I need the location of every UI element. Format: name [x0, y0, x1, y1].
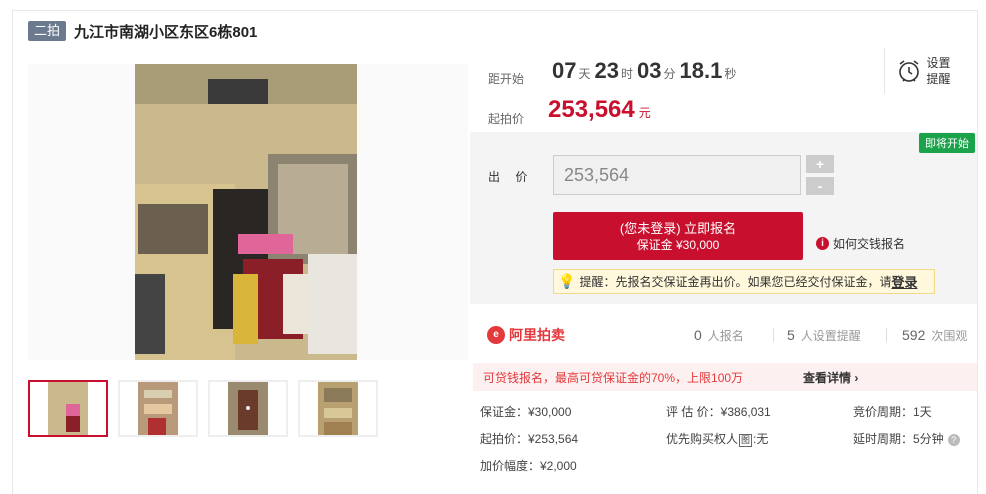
countdown-days-unit: 天 — [578, 67, 591, 81]
priority-buyer-info: 优先购买权人图:无 — [666, 432, 769, 447]
view-count: 592 次围观 — [902, 327, 968, 343]
loan-text: 可贷钱报名，最高可贷保证金的70%，上限100万 — [483, 370, 744, 385]
lot-title: 九江市南湖小区东区6栋801 — [74, 23, 258, 41]
deposit-info: 保证金：¥30,000 — [480, 405, 572, 419]
countdown-hours: 23 — [594, 58, 619, 83]
bid-amount-input[interactable] — [553, 155, 801, 195]
ali-auction-logo: e 阿里拍卖 — [487, 325, 565, 345]
appraisal-info: 评 估 价：¥386,031 — [666, 405, 771, 419]
start-price-info: 起拍价：¥253,564 — [480, 432, 579, 446]
thumbnail-1[interactable] — [28, 380, 108, 437]
countdown-timer: 07 天 23 时 03 分 18.1 秒 — [552, 58, 740, 84]
building-photo — [28, 64, 468, 360]
divider — [886, 328, 887, 342]
ali-logo-icon: e — [487, 326, 505, 344]
tip-text: 提醒：先报名交保证金再出价。如果您已经交付保证金，请 — [579, 275, 892, 289]
signup-button[interactable]: (您未登录) 立即报名 保证金 ¥30,000 — [553, 212, 803, 260]
lot-header: 二拍 九江市南湖小区东区6栋801 — [28, 20, 257, 42]
countdown-days: 07 — [552, 58, 577, 83]
signup-button-label: (您未登录) 立即报名 — [619, 220, 737, 236]
login-tip: 💡 提醒：先报名交保证金再出价。如果您已经交付保证金，请 登录 — [553, 269, 935, 294]
start-price-label: 起拍价 — [488, 112, 525, 126]
increment-info: 加价幅度：¥2,000 — [480, 459, 577, 473]
countdown-minutes: 03 — [637, 58, 662, 83]
thumbnail-2[interactable] — [118, 380, 198, 437]
reminder-count: 5 人设置提醒 — [787, 327, 861, 343]
divider — [773, 328, 774, 342]
brand-name: 阿里拍卖 — [509, 327, 565, 343]
question-icon[interactable]: ? — [947, 434, 960, 446]
signup-deposit-label: 保证金 ¥30,000 — [636, 237, 720, 252]
thumbnail-strip — [28, 380, 388, 437]
bid-increase-button[interactable]: + — [806, 155, 834, 173]
main-photo[interactable] — [28, 64, 468, 360]
countdown-minutes-unit: 分 — [663, 67, 676, 81]
bid-panel: 即将开始 出 价 + - (您未登录) 立即报名 保证金 ¥30,000 i 如… — [470, 132, 977, 304]
bidding-period-info: 竞价周期：1天 — [853, 405, 932, 419]
countdown-seconds: 18.1 — [679, 58, 723, 83]
start-price: 253,564 元 — [548, 96, 651, 124]
coming-soon-badge: 即将开始 — [919, 133, 975, 153]
how-to-pay-link[interactable]: i 如何交钱报名 — [816, 235, 905, 252]
set-reminder-button[interactable]: 设置 提醒 — [884, 48, 964, 94]
signup-count: 0 人报名 — [694, 327, 744, 343]
delay-period-info: 延时周期：5分钟? — [853, 430, 960, 447]
login-link[interactable]: 登录 — [891, 272, 917, 291]
loan-banner: 可贷钱报名，最高可贷保证金的70%，上限100万 查看详情 › — [473, 363, 977, 391]
thumbnail-4[interactable] — [298, 380, 378, 437]
start-price-currency: 元 — [638, 106, 651, 120]
alarm-clock-icon — [898, 60, 919, 82]
countdown-seconds-unit: 秒 — [724, 67, 737, 81]
lightbulb-icon: 💡 — [558, 273, 576, 289]
thumbnail-3[interactable] — [208, 380, 288, 437]
start-price-amount: 253,564 — [548, 96, 635, 123]
set-reminder-label: 设置 提醒 — [926, 56, 951, 86]
priority-help-icon[interactable]: 图 — [739, 434, 753, 447]
countdown-hours-unit: 时 — [620, 67, 633, 81]
loan-details-link[interactable]: 查看详情 › — [803, 369, 858, 386]
bid-label: 出 价 — [488, 170, 534, 184]
bid-decrease-button[interactable]: - — [806, 177, 834, 195]
countdown-label: 距开始 — [488, 72, 525, 86]
info-icon: i — [816, 237, 829, 250]
round-badge: 二拍 — [28, 21, 67, 41]
